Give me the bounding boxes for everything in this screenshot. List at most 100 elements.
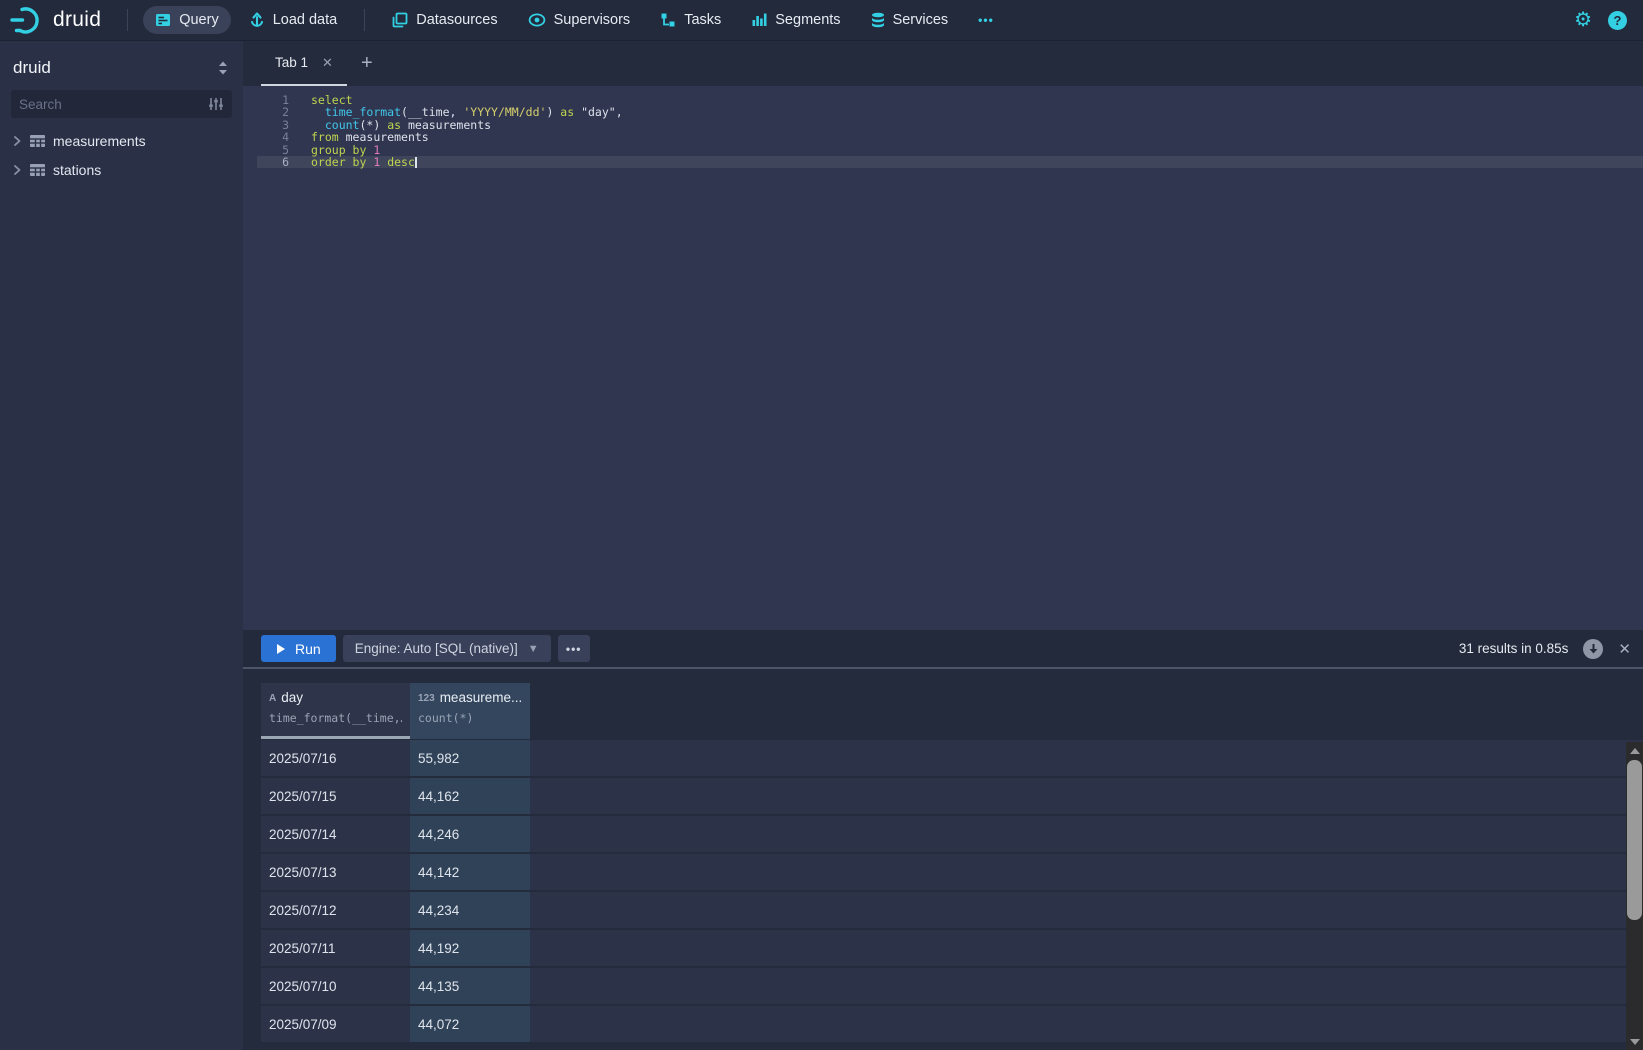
nav-more-button[interactable]: ••• bbox=[966, 7, 1006, 33]
line-number: 4 bbox=[257, 131, 289, 143]
close-results-icon[interactable]: ✕ bbox=[1618, 640, 1631, 658]
cell-day[interactable]: 2025/07/11 bbox=[261, 930, 410, 966]
cell-day[interactable]: 2025/07/12 bbox=[261, 892, 410, 928]
console-icon bbox=[155, 12, 171, 28]
schema-sidebar: druid measurem bbox=[0, 41, 243, 1050]
code-line[interactable]: 6order by 1 desc bbox=[257, 156, 1643, 168]
druid-ring-icon bbox=[10, 5, 47, 35]
results-summary: 31 results in 0.85s bbox=[1459, 641, 1569, 656]
row-filler bbox=[530, 892, 1643, 928]
code-line[interactable]: 5group by 1 bbox=[257, 144, 1643, 156]
cell-measurements[interactable]: 44,246 bbox=[410, 816, 530, 852]
sort-indicator bbox=[261, 736, 410, 739]
table-row: 2025/07/1244,234 bbox=[261, 892, 1643, 928]
topbar-right-actions: ⚙ ? bbox=[1574, 10, 1643, 30]
tab-close-icon[interactable]: ✕ bbox=[322, 55, 333, 71]
row-filler bbox=[530, 854, 1643, 890]
scrollbar-thumb[interactable] bbox=[1627, 760, 1642, 920]
gear-icon[interactable]: ⚙ bbox=[1574, 10, 1592, 30]
sql-editor[interactable]: 1select2 time_format(__time, 'YYYY/MM/dd… bbox=[243, 86, 1643, 630]
column-name: day bbox=[281, 690, 303, 705]
nav-divider bbox=[364, 9, 365, 31]
text-cursor bbox=[415, 157, 417, 168]
cell-day[interactable]: 2025/07/15 bbox=[261, 778, 410, 814]
code-line[interactable]: 4from measurements bbox=[257, 131, 1643, 143]
line-number: 2 bbox=[257, 106, 289, 118]
column-expression: count(*) bbox=[418, 711, 522, 725]
flow-icon bbox=[660, 12, 676, 28]
run-bar: Run Engine: Auto [SQL (native)] ▼ ••• 31… bbox=[243, 630, 1643, 667]
scroll-down-arrow[interactable] bbox=[1626, 1033, 1643, 1050]
nav-item-supervisors[interactable]: Supervisors bbox=[516, 6, 643, 34]
nav-item-load-data[interactable]: Load data bbox=[237, 6, 350, 35]
cell-day[interactable]: 2025/07/09 bbox=[261, 1006, 410, 1042]
row-filler bbox=[530, 740, 1643, 776]
druid-logo[interactable]: druid bbox=[0, 5, 115, 35]
tree-item-measurements[interactable]: measurements bbox=[0, 126, 243, 155]
eye-icon bbox=[528, 13, 546, 27]
table-row: 2025/07/1655,982 bbox=[261, 740, 1643, 776]
cell-measurements[interactable]: 44,162 bbox=[410, 778, 530, 814]
search-box bbox=[11, 90, 232, 118]
nav-item-services[interactable]: Services bbox=[859, 6, 961, 35]
results-scrollbar[interactable] bbox=[1626, 742, 1643, 1050]
nav-label: Services bbox=[893, 12, 949, 28]
column-header-measurements[interactable]: 123measureme... count(*) bbox=[410, 683, 530, 739]
schema-selector[interactable]: druid bbox=[0, 41, 243, 90]
cell-day[interactable]: 2025/07/14 bbox=[261, 816, 410, 852]
tree-item-stations[interactable]: stations bbox=[0, 155, 243, 184]
tree-item-label: measurements bbox=[53, 133, 146, 149]
search-input[interactable] bbox=[19, 97, 208, 112]
bar-chart-icon bbox=[751, 12, 767, 28]
column-header-day[interactable]: Aday time_format(__time,… bbox=[261, 683, 410, 739]
download-icon[interactable] bbox=[1583, 639, 1603, 659]
tab-tab1[interactable]: Tab 1 ✕ bbox=[261, 41, 347, 86]
new-tab-button[interactable]: + bbox=[347, 52, 387, 75]
logo-text: druid bbox=[53, 8, 101, 32]
cell-day[interactable]: 2025/07/10 bbox=[261, 968, 410, 1004]
table-row: 2025/07/1544,162 bbox=[261, 778, 1643, 814]
table-row: 2025/07/1344,142 bbox=[261, 854, 1643, 890]
row-filler bbox=[530, 968, 1643, 1004]
results-panel: Aday time_format(__time,… 123measureme..… bbox=[243, 667, 1643, 1050]
nav-item-tasks[interactable]: Tasks bbox=[648, 6, 733, 34]
cell-measurements[interactable]: 55,982 bbox=[410, 740, 530, 776]
row-filler bbox=[530, 816, 1643, 852]
datasource-tree: measurements stations bbox=[0, 126, 243, 184]
engine-select[interactable]: Engine: Auto [SQL (native)] ▼ bbox=[343, 635, 551, 662]
cell-day[interactable]: 2025/07/13 bbox=[261, 854, 410, 890]
query-tab-bar: Tab 1 ✕ + bbox=[243, 41, 1643, 86]
nav-item-query[interactable]: Query bbox=[143, 6, 231, 34]
stacked-squares-icon bbox=[392, 12, 408, 28]
chevron-down-icon: ▼ bbox=[528, 643, 539, 655]
cell-measurements[interactable]: 44,072 bbox=[410, 1006, 530, 1042]
nav-item-datasources[interactable]: Datasources bbox=[380, 6, 509, 34]
table-row: 2025/07/1044,135 bbox=[261, 968, 1643, 1004]
engine-label: Engine: Auto [SQL (native)] bbox=[355, 641, 518, 656]
database-icon bbox=[871, 12, 885, 29]
cell-measurements[interactable]: 44,135 bbox=[410, 968, 530, 1004]
number-type-icon: 123 bbox=[418, 693, 435, 704]
schema-title: druid bbox=[13, 58, 51, 78]
cell-day[interactable]: 2025/07/16 bbox=[261, 740, 410, 776]
table-row: 2025/07/1444,246 bbox=[261, 816, 1643, 852]
row-filler bbox=[530, 778, 1643, 814]
nav-divider bbox=[127, 9, 128, 31]
line-number: 6 bbox=[257, 156, 289, 168]
cell-measurements[interactable]: 44,192 bbox=[410, 930, 530, 966]
sliders-icon[interactable] bbox=[208, 96, 224, 112]
chevron-right-icon[interactable] bbox=[12, 136, 22, 146]
help-icon[interactable]: ? bbox=[1608, 11, 1627, 30]
nav-label: Query bbox=[179, 12, 219, 28]
code-line[interactable]: 3 count(*) as measurements bbox=[257, 119, 1643, 131]
cell-measurements[interactable]: 44,142 bbox=[410, 854, 530, 890]
nav-item-segments[interactable]: Segments bbox=[739, 6, 852, 34]
scroll-up-arrow[interactable] bbox=[1626, 742, 1643, 759]
string-type-icon: A bbox=[269, 693, 276, 704]
table-icon bbox=[29, 134, 46, 148]
chevron-right-icon[interactable] bbox=[12, 165, 22, 175]
run-button[interactable]: Run bbox=[261, 635, 336, 662]
results-header: Aday time_format(__time,… 123measureme..… bbox=[261, 683, 1643, 739]
query-more-button[interactable]: ••• bbox=[558, 635, 590, 662]
cell-measurements[interactable]: 44,234 bbox=[410, 892, 530, 928]
